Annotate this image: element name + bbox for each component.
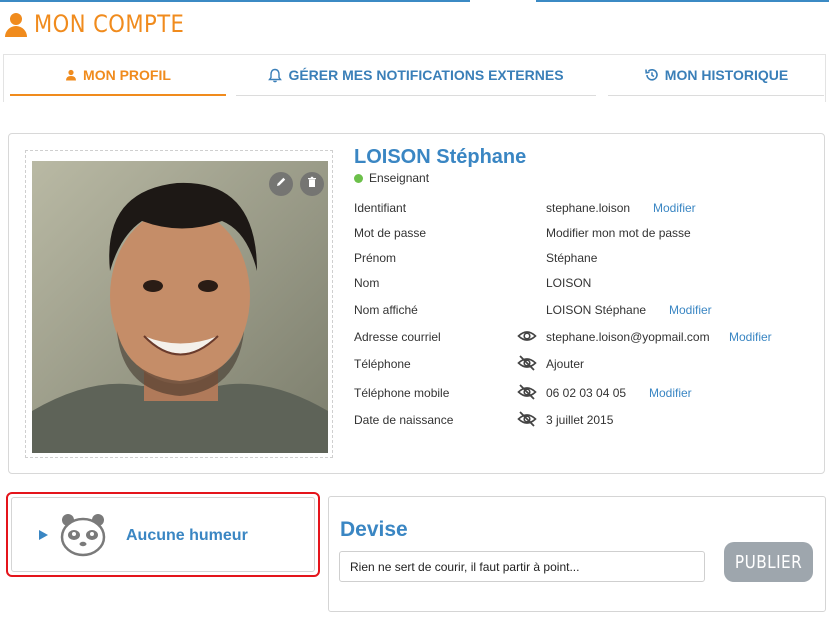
mood-panel: Aucune humeur [11, 497, 315, 572]
online-status-dot [354, 173, 363, 183]
row-label: Prénom [354, 251, 397, 265]
publish-label: PUBLIER [734, 551, 803, 573]
edit-photo-button[interactable] [269, 172, 293, 196]
modify-mobile-link[interactable]: Modifier [649, 386, 692, 400]
delete-photo-button[interactable] [300, 172, 324, 196]
row-label: Date de naissance [354, 413, 454, 427]
tab-mon-profil[interactable]: MON PROFIL [10, 55, 226, 96]
tab-notifications[interactable]: GÉRER MES NOTIFICATIONS EXTERNES [236, 55, 596, 96]
row-label: Adresse courriel [354, 330, 441, 344]
row-adresse-courriel: Adresse courriel stephane.loison@yopmail… [354, 328, 814, 346]
user-icon [65, 69, 77, 81]
eye-icon[interactable] [517, 327, 537, 348]
tab-historique[interactable]: MON HISTORIQUE [608, 55, 824, 96]
tab-label: MON PROFIL [83, 67, 171, 83]
bell-icon [268, 68, 283, 83]
profile-card: LOISON Stéphane Enseignant Identifiant s… [8, 133, 825, 474]
row-value: stephane.loison@yopmail.com [546, 330, 710, 344]
row-nom: Nom LOISON [354, 274, 814, 292]
row-value: stephane.loison [546, 201, 631, 215]
devise-title: Devise [340, 518, 408, 541]
row-value: 3 juillet 2015 [546, 413, 614, 427]
role-label: Enseignant [369, 171, 430, 185]
mood-card[interactable]: Aucune humeur [6, 492, 320, 577]
panda-face-icon [58, 511, 108, 562]
row-value: Stéphane [546, 251, 598, 265]
eye-off-icon[interactable] [517, 410, 537, 431]
row-prenom: Prénom Stéphane [354, 249, 814, 267]
eye-off-icon[interactable] [517, 383, 537, 404]
row-value: LOISON [546, 276, 592, 290]
publish-button[interactable]: PUBLIER [724, 542, 813, 582]
modify-nom-affiche-link[interactable]: Modifier [669, 303, 712, 317]
tab-bar: MON PROFIL GÉRER MES NOTIFICATIONS EXTER… [3, 54, 826, 102]
devise-card: Devise PUBLIER [328, 496, 826, 612]
tab-label: GÉRER MES NOTIFICATIONS EXTERNES [288, 67, 564, 83]
row-identifiant: Identifiant stephane.loison Modifier [354, 199, 814, 217]
row-telephone: Téléphone Ajouter [354, 355, 814, 373]
avatar-frame [25, 150, 333, 458]
row-label: Identifiant [354, 201, 407, 215]
row-date-de-naissance: Date de naissance 3 juillet 2015 [354, 411, 814, 429]
profile-name: LOISON Stéphane [354, 146, 527, 168]
history-icon [644, 68, 659, 82]
user-icon [4, 11, 28, 37]
add-phone-link[interactable]: Ajouter [546, 357, 584, 371]
modify-password-link[interactable]: Modifier mon mot de passe [546, 226, 691, 240]
row-label: Mot de passe [354, 226, 427, 240]
avatar[interactable] [32, 161, 328, 453]
eye-off-icon[interactable] [517, 354, 537, 375]
pencil-icon [275, 175, 287, 193]
modify-email-link[interactable]: Modifier [729, 330, 772, 344]
row-value: LOISON Stéphane [546, 303, 647, 317]
page-title: MON COMPTE [34, 10, 185, 38]
row-value: 06 02 03 04 05 [546, 386, 627, 400]
devise-input[interactable] [339, 551, 705, 582]
row-label: Téléphone mobile [354, 386, 450, 400]
row-telephone-mobile: Téléphone mobile 06 02 03 04 05 Modifier [354, 384, 814, 402]
top-accent-line [0, 0, 829, 2]
trash-icon [306, 175, 318, 193]
modify-identifiant-link[interactable]: Modifier [653, 201, 696, 215]
row-label: Téléphone [354, 357, 411, 371]
expand-arrow-icon[interactable] [39, 530, 48, 540]
mood-label: Aucune humeur [126, 527, 248, 544]
row-label: Nom [354, 276, 380, 290]
role-status: Enseignant [354, 171, 429, 185]
row-label: Nom affiché [354, 303, 418, 317]
row-mot-de-passe: Mot de passe Modifier mon mot de passe [354, 224, 814, 242]
page-header: MON COMPTE [4, 10, 205, 38]
row-nom-affiche: Nom affiché LOISON Stéphane Modifier [354, 301, 814, 319]
tab-label: MON HISTORIQUE [664, 67, 789, 83]
